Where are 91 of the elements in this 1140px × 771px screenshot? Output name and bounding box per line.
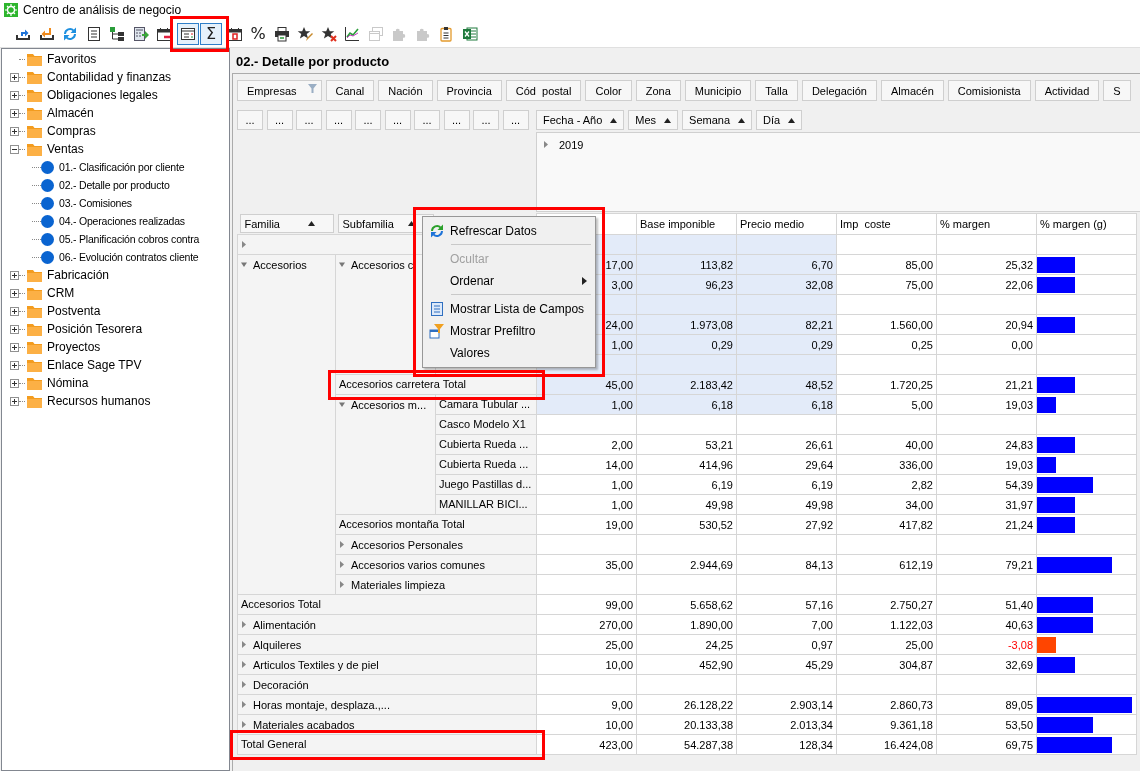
app-logo-icon bbox=[4, 3, 18, 17]
folder-icon bbox=[26, 304, 43, 318]
row-header[interactable]: Accesorios Total bbox=[237, 594, 537, 615]
report-dot-icon bbox=[41, 196, 54, 210]
tree-item[interactable]: Almacén bbox=[47, 106, 94, 120]
field-button[interactable]: ... bbox=[296, 110, 322, 130]
field-button[interactable]: Empresas bbox=[237, 80, 322, 101]
row-header[interactable]: Accesorios m... bbox=[351, 398, 427, 411]
window-title: Centro de análisis de negocio bbox=[23, 3, 182, 17]
row-header[interactable]: Decoración bbox=[253, 678, 309, 691]
folder-icon bbox=[26, 88, 43, 102]
tree-item[interactable]: Recursos humanos bbox=[47, 394, 151, 408]
tree-item[interactable]: 05.- Planificación cobros contra bbox=[59, 233, 200, 245]
field-button[interactable]: ... bbox=[443, 110, 470, 130]
column-header[interactable]: Base imponible bbox=[636, 213, 737, 235]
toolbar-button[interactable]: % bbox=[247, 22, 269, 45]
tree-item[interactable]: 03.- Comisiones bbox=[59, 197, 132, 209]
report-dot-icon bbox=[41, 160, 54, 174]
field-button[interactable]: Provincia bbox=[436, 80, 502, 101]
field-button[interactable]: ... bbox=[266, 110, 293, 130]
row-header[interactable]: Accesorios bbox=[253, 258, 307, 271]
folder-icon bbox=[26, 106, 43, 120]
tree-item[interactable]: Posición Tesorera bbox=[47, 322, 143, 336]
row-header[interactable]: Alimentación bbox=[253, 618, 316, 631]
folder-icon bbox=[26, 286, 43, 300]
filter-icon bbox=[429, 323, 445, 339]
tree-item[interactable]: Proyectos bbox=[47, 340, 101, 354]
report-title: 02.- Detalle por producto bbox=[235, 53, 391, 71]
folder-icon bbox=[26, 340, 43, 354]
tree-item[interactable]: Postventa bbox=[47, 304, 101, 318]
tree-item[interactable]: CRM bbox=[47, 286, 75, 300]
field-button[interactable]: Delegación bbox=[801, 80, 877, 101]
field-button[interactable]: S bbox=[1103, 80, 1131, 101]
tree-item[interactable]: Obligaciones legales bbox=[47, 88, 158, 102]
field-button[interactable]: Comisionista bbox=[947, 80, 1031, 101]
field-button[interactable]: Fecha - Año bbox=[536, 110, 625, 130]
field-button[interactable]: Color bbox=[585, 80, 632, 101]
field-button[interactable]: Municipio bbox=[684, 80, 752, 101]
folder-icon bbox=[26, 124, 43, 138]
tree-item[interactable]: Favoritos bbox=[47, 52, 97, 66]
field-button[interactable]: Cód postal bbox=[505, 80, 582, 101]
report-dot-icon bbox=[41, 178, 54, 192]
document-icon bbox=[429, 301, 445, 317]
tree-item[interactable]: 06.- Evolución contratos cliente bbox=[59, 251, 199, 263]
field-button[interactable]: Zona bbox=[635, 80, 681, 101]
column-header[interactable]: 2019 bbox=[559, 138, 584, 151]
field-button[interactable]: ... bbox=[502, 110, 529, 130]
report-dot-icon bbox=[41, 232, 54, 246]
folder-icon bbox=[26, 394, 43, 408]
refresh-icon bbox=[429, 223, 445, 239]
tree-item[interactable]: Ventas bbox=[47, 142, 84, 156]
report-dot-icon bbox=[41, 250, 54, 264]
field-button[interactable]: Semana bbox=[682, 110, 753, 130]
field-button[interactable]: Mes bbox=[628, 110, 679, 130]
toolbar-button[interactable]: Σ bbox=[200, 22, 222, 45]
folder-icon bbox=[26, 52, 43, 66]
folder-icon bbox=[26, 70, 43, 84]
folder-icon bbox=[26, 376, 43, 390]
tree-item[interactable]: Compras bbox=[47, 124, 96, 138]
field-button[interactable]: Almacén bbox=[880, 80, 944, 101]
tree-item[interactable]: Enlace Sage TPV bbox=[47, 358, 142, 372]
tree-item[interactable]: Contabilidad y finanzas bbox=[47, 70, 172, 84]
field-button[interactable]: Nación bbox=[378, 80, 433, 101]
tree-item[interactable]: Nómina bbox=[47, 376, 89, 390]
folder-icon bbox=[26, 358, 43, 372]
field-button[interactable]: Día bbox=[756, 110, 803, 130]
field-button[interactable]: ... bbox=[355, 110, 381, 130]
field-button[interactable]: Canal bbox=[325, 80, 375, 101]
tree-item[interactable]: Fabricación bbox=[47, 268, 110, 282]
tree-item[interactable]: 02.- Detalle por producto bbox=[59, 179, 170, 191]
row-header[interactable]: Total General bbox=[237, 734, 537, 755]
column-header[interactable]: Imp coste bbox=[836, 213, 937, 235]
folder-icon bbox=[26, 142, 43, 156]
field-button[interactable]: ... bbox=[384, 110, 411, 130]
field-button[interactable]: ... bbox=[325, 110, 352, 130]
folder-icon bbox=[26, 322, 43, 336]
column-header[interactable]: % margen bbox=[936, 213, 1037, 235]
report-dot-icon bbox=[41, 214, 54, 228]
column-header[interactable]: % margen (g) bbox=[1036, 213, 1137, 235]
column-header[interactable]: Precio medio bbox=[736, 213, 837, 235]
field-button[interactable]: Talla bbox=[755, 80, 798, 101]
folder-icon bbox=[26, 268, 43, 282]
field-button[interactable]: ... bbox=[237, 110, 263, 130]
field-button[interactable]: ... bbox=[414, 110, 440, 130]
row-header[interactable]: Accesorios c bbox=[351, 258, 414, 271]
field-button[interactable]: Familia bbox=[239, 214, 334, 234]
tree-item[interactable]: 01.- Clasificación por cliente bbox=[59, 161, 185, 173]
field-button[interactable]: Actividad bbox=[1034, 80, 1100, 101]
field-button[interactable]: ... bbox=[473, 110, 499, 130]
tree-item[interactable]: 04.- Operaciones realizadas bbox=[59, 215, 185, 227]
row-header[interactable]: Alquileres bbox=[253, 638, 302, 651]
